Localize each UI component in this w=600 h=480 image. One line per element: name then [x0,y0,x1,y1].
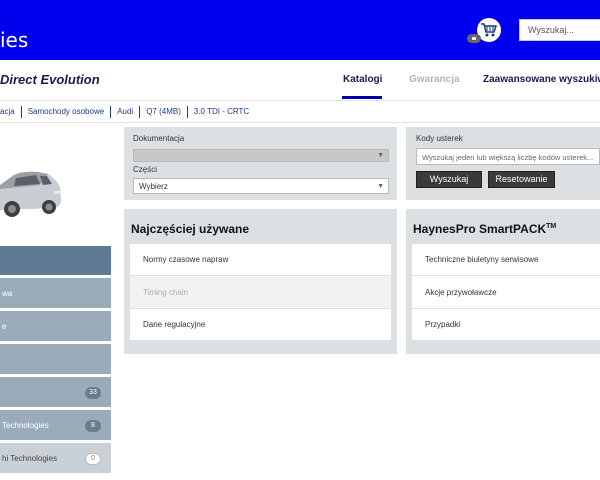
chevron-down-icon: ▼ [377,152,384,159]
sidebar: wa e 33 Technologies 8 hi Technologies 0 [0,125,112,480]
top-header: ies Wyszukaj... [0,0,600,60]
sidebar-item-2[interactable]: wa [0,278,111,310]
list-item[interactable]: Normy czasowe napraw [130,244,391,275]
list-item[interactable]: Akcje przywoławcze [412,276,600,308]
smartpack-title-text: HaynesPro SmartPACK [413,222,547,236]
breadcrumb-item[interactable]: acja [0,106,21,118]
smartpack-panel: HaynesPro SmartPACKTM Techniczne biulety… [406,209,600,354]
list-item[interactable]: Przypadki [412,309,600,340]
fault-codes-panel: Kody usterek Wyszukaj jeden lub większą … [406,127,600,200]
search-input[interactable]: Wyszukaj... [519,19,600,41]
list-item-label: Timing chain [143,287,189,297]
parts-select[interactable]: Wybierz ▼ [133,178,389,194]
documentation-select: ▼ [133,149,389,162]
sidebar-item-7[interactable]: hi Technologies 0 [0,443,111,475]
documentation-label: Dokumentacja [133,134,185,143]
sidebar-item-1[interactable] [0,246,111,277]
parts-select-value: Wybierz [139,182,168,191]
search-button[interactable]: Wyszukaj [416,171,482,188]
tab-gwarancja[interactable]: Gwarancja [409,74,460,85]
count-badge: 8 [85,420,101,432]
breadcrumb: acja Samochody osobowe Audi Q7 (4MB) 3.0… [0,103,255,121]
sidebar-item-label: wa [2,288,13,298]
brand-logo-text: ies [0,28,29,52]
list-item-label: Techniczne biuletyny serwisowe [425,255,539,264]
cart-button[interactable] [467,18,501,44]
breadcrumb-item[interactable]: Samochody osobowe [20,106,111,118]
reset-button[interactable]: Resetowanie [488,171,555,188]
list-item-label: Akcje przywoławcze [425,287,497,297]
list-item-label: Przypadki [425,320,461,329]
breadcrumb-item[interactable]: Audi [110,106,139,118]
breadcrumb-item[interactable]: Q7 (4MB) [139,106,187,118]
trademark-mark: TM [546,223,557,230]
smartpack-title: HaynesPro SmartPACKTM [413,222,556,236]
active-tab-indicator [342,96,382,99]
sidebar-item-label: Technologies [2,420,49,430]
app-title: Direct Evolution [0,72,100,87]
fault-codes-label: Kody usterek [416,134,463,143]
most-used-title: Najczęściej używane [131,222,250,236]
sidebar-item-6[interactable]: Technologies 8 [0,410,111,442]
documentation-panel: Dokumentacja ▼ Części Wybierz ▼ [124,127,397,200]
list-item[interactable]: Dane regulacyjne [130,309,391,340]
list-item[interactable]: Techniczne biuletyny serwisowe [412,244,600,275]
count-badge: 0 [85,453,101,465]
list-item-label: Dane regulacyjne [143,320,206,329]
sidebar-item-4[interactable] [0,344,111,376]
breadcrumb-divider [0,122,600,123]
breadcrumb-item[interactable]: 3.0 TDI - CRTC [186,106,255,118]
count-badge: 33 [85,387,101,399]
chevron-down-icon: ▼ [377,183,384,190]
list-item-label: Normy czasowe napraw [143,255,229,264]
cart-count-pill [467,34,481,43]
sidebar-item-3[interactable]: e [0,311,111,343]
fault-codes-input[interactable]: Wyszukaj jeden lub większą liczbę kodów … [416,148,600,165]
sidebar-item-label: e [2,321,7,331]
list-item: Timing chain [130,276,391,308]
header-divider [0,100,600,101]
vehicle-image [0,165,62,230]
most-used-panel: Najczęściej używane Normy czasowe napraw… [124,209,397,354]
sidebar-item-label: hi Technologies [2,453,58,463]
tab-katalogi[interactable]: Katalogi [343,74,382,85]
tab-zaawansowane-wyszukiwanie[interactable]: Zaawansowane wyszukiw [483,74,600,85]
parts-label: Części [133,165,158,174]
sidebar-item-5[interactable]: 33 [0,377,111,409]
